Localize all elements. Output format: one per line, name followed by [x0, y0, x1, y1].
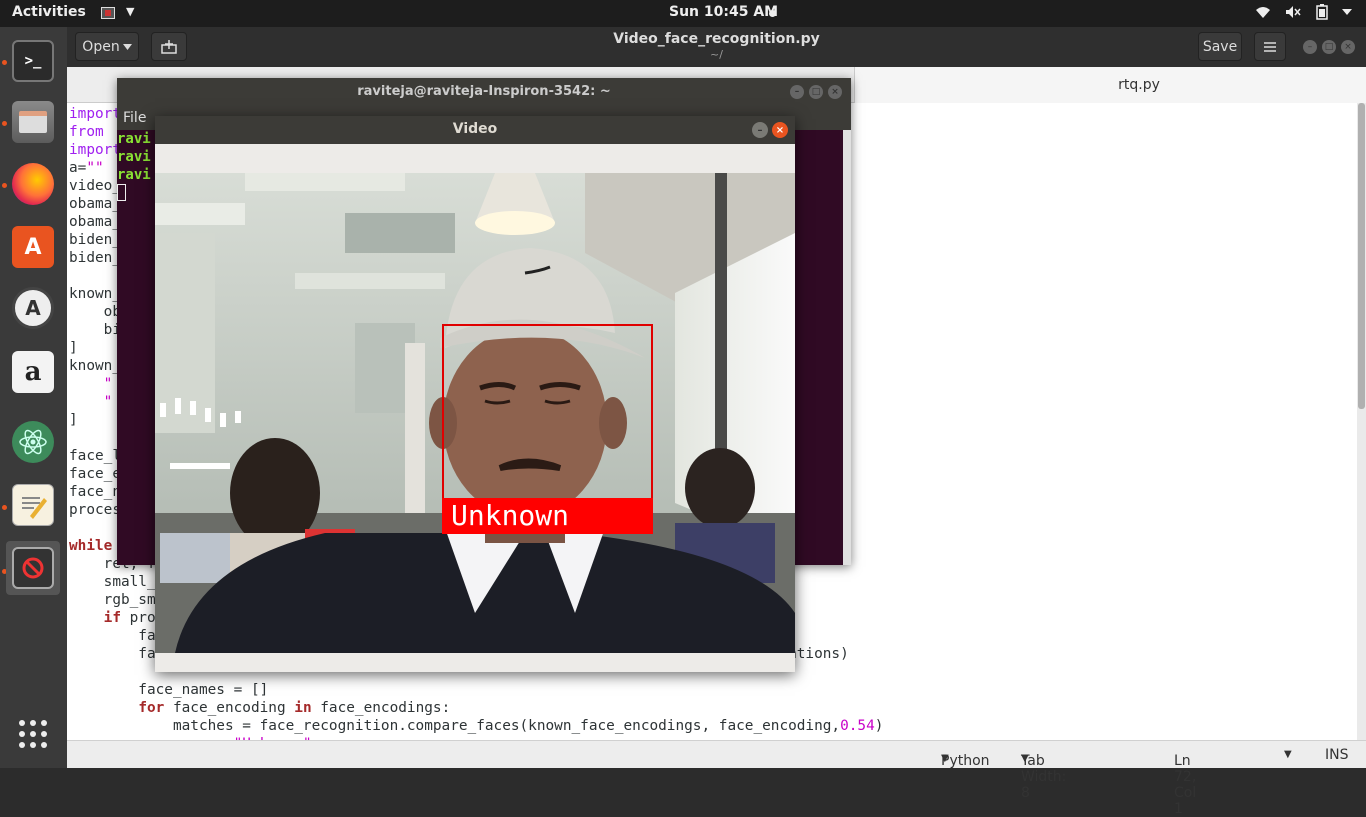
menu-file[interactable]: File [123, 110, 146, 126]
dock-software-updater[interactable]: A [6, 281, 60, 335]
face-label: Unknown [451, 499, 570, 532]
top-bar: Activities ▼ Sun 10:45 AM [0, 0, 1366, 27]
dock-atom[interactable] [6, 415, 60, 469]
position-label: Ln 72, Col 1 [1174, 753, 1197, 817]
code-line: face_names = [] [69, 682, 269, 698]
maximize-button[interactable]: □ [1322, 40, 1336, 54]
app-menu-icon[interactable] [101, 7, 115, 19]
tab-rtq[interactable]: rtq.py × [854, 67, 1366, 103]
editor-scrollbar[interactable] [1357, 103, 1366, 740]
hamburger-menu-button[interactable] [1254, 32, 1286, 61]
camera-frame: Unknown [155, 173, 795, 653]
terminal-title: raviteja@raviteja-Inspiron-3542: ~ [357, 84, 611, 99]
terminal-icon: >_ [12, 40, 54, 82]
dock-firefox[interactable] [6, 157, 60, 211]
firefox-icon [12, 163, 54, 205]
amazon-icon: a [12, 351, 54, 393]
updater-icon: A [12, 287, 54, 329]
chevron-down-icon: ▼ [1021, 753, 1029, 764]
dock-amazon[interactable]: a [6, 345, 60, 399]
terminal-cursor [117, 184, 126, 201]
chevron-down-icon[interactable]: ▼ [1284, 749, 1292, 760]
insert-mode: INS [1325, 747, 1349, 763]
window-title: Video_face_recognition.py [613, 31, 820, 47]
volume-icon [1286, 6, 1301, 18]
video-title: Video [452, 121, 498, 137]
minimize-button[interactable]: – [790, 85, 804, 99]
video-titlebar[interactable]: Video – × [155, 116, 795, 144]
activities-button[interactable]: Activities [12, 4, 86, 20]
close-button[interactable]: × [772, 122, 788, 138]
minimize-button[interactable]: – [752, 122, 768, 138]
gedit-header-bar: Open Video_face_recognition.py ~/ Save –… [67, 27, 1366, 67]
software-center-icon: A [12, 226, 54, 268]
text-editor-icon [12, 484, 54, 526]
save-label: Save [1202, 38, 1238, 55]
tab-label: rtq.py [1118, 77, 1160, 93]
video-window[interactable]: Video – × Unknown [155, 116, 795, 672]
maximize-button[interactable]: □ [809, 85, 823, 99]
clock[interactable]: Sun 10:45 AM [669, 4, 778, 20]
terminal-scrollbar[interactable] [843, 130, 851, 565]
battery-icon [1315, 4, 1328, 20]
dock-ubuntu-software[interactable]: A [6, 220, 60, 274]
files-icon [12, 101, 54, 143]
wifi-icon [1255, 7, 1270, 18]
status-bar: Python ▼ Tab Width: 8 ▼ Ln 72, Col 1 ▼ I… [67, 740, 1366, 817]
dock: >_ A A a [0, 27, 67, 768]
chevron-down-icon: ▼ [941, 753, 949, 764]
dock-text-editor[interactable] [6, 478, 60, 532]
atom-icon [12, 421, 54, 463]
code-line: matches = face_recognition.compare_faces… [69, 718, 884, 734]
notification-dot [769, 10, 776, 17]
code-line: for face_encoding in face_encodings: [138, 700, 451, 716]
dock-video-app[interactable] [6, 541, 60, 595]
window-subtitle: ~/ [710, 48, 723, 61]
save-button[interactable]: Save [1198, 32, 1242, 61]
menu-icon [1264, 41, 1276, 52]
chevron-down-icon [1342, 9, 1352, 15]
unknown-app-icon [12, 547, 54, 589]
show-applications-button[interactable] [6, 707, 60, 761]
dock-files[interactable] [6, 95, 60, 149]
system-tray[interactable] [1255, 4, 1352, 20]
app-menu-arrow[interactable]: ▼ [126, 5, 134, 18]
minimize-button[interactable]: – [1303, 40, 1317, 54]
close-button[interactable]: × [828, 85, 842, 99]
scrollbar-thumb[interactable] [1358, 103, 1365, 409]
grid-icon [19, 720, 47, 748]
close-button[interactable]: × [1341, 40, 1355, 54]
dock-terminal[interactable]: >_ [6, 34, 60, 88]
terminal-titlebar[interactable]: raviteja@raviteja-Inspiron-3542: ~ – □ × [117, 78, 851, 106]
